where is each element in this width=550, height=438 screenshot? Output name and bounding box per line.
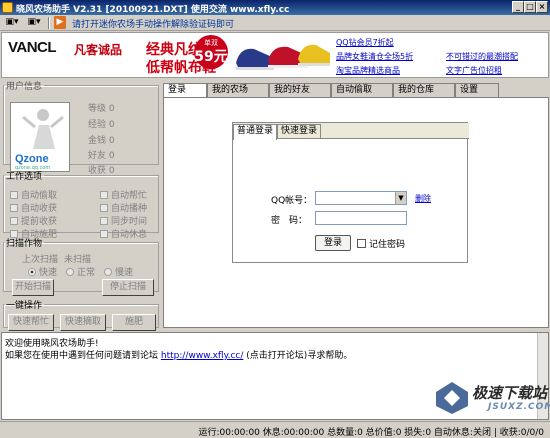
one-click-legend: 一键操作 bbox=[6, 301, 43, 311]
quick-pick-button[interactable]: 快速摘取 bbox=[60, 314, 106, 331]
ad-brand: VANCL bbox=[8, 39, 57, 56]
maximize-button[interactable]: □ bbox=[524, 1, 536, 13]
ad-price-badge: 单双 59元 bbox=[194, 35, 228, 69]
tab-warehouse[interactable]: 我的仓库 bbox=[393, 83, 455, 97]
one-click-group: 一键操作 快速帮忙 快速摘取 施肥 bbox=[3, 298, 159, 331]
minimize-button[interactable]: _ bbox=[512, 1, 524, 13]
scan-crops-legend: 扫描作物 bbox=[6, 239, 43, 249]
title-bar: 晓风农场助手 V2.31 [20100921.DXT] 使用交流 www.xfl… bbox=[0, 0, 550, 15]
log-line: 如果您在使用中遇到任何问题请到论坛 http://www.xfly.cc/ (点… bbox=[5, 351, 353, 361]
user-info-legend: 用户信息 bbox=[6, 82, 43, 92]
tab-normal-login[interactable]: 普通登录 bbox=[233, 124, 278, 140]
menu-icon[interactable]: ▣▾ bbox=[2, 16, 22, 29]
play-icon[interactable]: ▶ bbox=[54, 16, 66, 29]
stat-level: 等级 0 bbox=[88, 104, 115, 114]
stat-friends: 好友 0 bbox=[88, 151, 115, 161]
app-icon bbox=[2, 2, 13, 13]
login-button[interactable]: 登录 bbox=[315, 235, 351, 251]
chevron-down-icon[interactable]: ▼ bbox=[395, 192, 406, 204]
speed-fast-radio[interactable]: 快速 bbox=[28, 265, 57, 278]
start-scan-button[interactable]: 开始扫描 bbox=[12, 279, 54, 296]
toolbar-separator bbox=[48, 17, 50, 29]
toolbar-hint: 请打开迷你农场手动操作解除验证码即可 bbox=[72, 20, 235, 30]
toolbar: ▣▾ ▣▾ ▶ 请打开迷你农场手动操作解除验证码即可 bbox=[0, 15, 550, 31]
tab-content: 普通登录 快速登录 QQ帐号： ▼ 删除 密 码： 登录 记住密码 bbox=[163, 97, 549, 328]
last-scan-value: 未扫描 bbox=[64, 255, 92, 265]
last-scan-label: 上次扫描 bbox=[22, 255, 59, 265]
watermark-subtext: JSUXZ.COM bbox=[488, 402, 550, 412]
qq-account-select[interactable]: ▼ bbox=[315, 191, 407, 205]
watermark-logo-icon bbox=[436, 382, 468, 414]
status-text: 运行:00:00:00 休息:00:00:00 总数量:0 总价值:0 损失:0… bbox=[198, 428, 544, 438]
delete-link[interactable]: 删除 bbox=[415, 193, 431, 204]
auto-harvest-checkbox[interactable]: 自动收获 bbox=[10, 201, 57, 214]
login-tabs: 普通登录 快速登录 bbox=[233, 123, 469, 140]
left-pane: 用户信息 Qzone qzone.qq.com 等级 0 经验 0 金钱 0 好… bbox=[1, 79, 161, 331]
ad-brand-cn: 凡客诚品 bbox=[74, 43, 123, 57]
stop-scan-button[interactable]: 停止扫描 bbox=[102, 279, 154, 296]
tools-icon[interactable]: ▣▾ bbox=[24, 16, 44, 29]
window-title: 晓风农场助手 V2.31 [20100921.DXT] 使用交流 www.xfl… bbox=[16, 5, 290, 15]
quick-help-button[interactable]: 快速帮忙 bbox=[8, 314, 54, 331]
auto-sow-checkbox[interactable]: 自动播种 bbox=[100, 201, 147, 214]
watermark: 极速下载站 JSUXZ.COM bbox=[432, 380, 550, 416]
sync-time-checkbox[interactable]: 同步时间 bbox=[100, 214, 147, 227]
stat-money: 金钱 0 bbox=[88, 136, 115, 146]
work-options-group: 工作选项 自动偷取 自动收获 提前收获 自动施肥 自动帮忙 自动播种 同步时间 … bbox=[3, 169, 159, 240]
user-info-group: 用户信息 Qzone qzone.qq.com 等级 0 经验 0 金钱 0 好… bbox=[3, 79, 159, 176]
tab-my-farm[interactable]: 我的农场 bbox=[207, 83, 269, 97]
ad-link[interactable]: 文字广告位招租 bbox=[446, 65, 502, 76]
speed-slow-radio[interactable]: 慢速 bbox=[104, 265, 133, 278]
tab-my-friends[interactable]: 我的好友 bbox=[269, 83, 331, 97]
forum-link[interactable]: http://www.xfly.cc/ bbox=[161, 351, 244, 361]
qzone-figure-icon bbox=[22, 109, 64, 149]
ad-link[interactable]: 品牌女鞋清仓全场5折 bbox=[336, 51, 413, 62]
status-bar: 运行:00:00:00 休息:00:00:00 总数量:0 总价值:0 损失:0… bbox=[0, 421, 550, 438]
remember-password-checkbox[interactable]: 记住密码 bbox=[357, 237, 405, 250]
ad-price: 59元 bbox=[194, 49, 228, 65]
password-label: 密 码： bbox=[271, 216, 308, 226]
early-harvest-checkbox[interactable]: 提前收获 bbox=[10, 214, 57, 227]
watermark-text: 极速下载站 bbox=[472, 384, 548, 402]
ad-link[interactable]: QQ钻会员7折起 bbox=[336, 37, 394, 48]
ad-banner[interactable]: VANCL 凡客诚品 经典凡纹底 低帮帆布鞋 单双 59元 QQ钻会员7折起 品… bbox=[1, 32, 549, 78]
ad-link[interactable]: 不可错过的最潮搭配 bbox=[446, 51, 518, 62]
ad-link[interactable]: 淘宝品牌精选商品 bbox=[336, 65, 400, 76]
close-button[interactable]: × bbox=[536, 1, 548, 13]
work-options-legend: 工作选项 bbox=[6, 172, 43, 182]
main-tabs: 登录 我的农场 我的好友 自动偷取 我的仓库 设置 bbox=[163, 83, 549, 98]
fertilize-button[interactable]: 施肥 bbox=[112, 314, 156, 331]
login-panel: 普通登录 快速登录 QQ帐号： ▼ 删除 密 码： 登录 记住密码 bbox=[232, 122, 469, 263]
shoes-image bbox=[236, 44, 330, 70]
tab-settings[interactable]: 设置 bbox=[455, 83, 499, 97]
scan-crops-group: 扫描作物 上次扫描 未扫描 快速 正常 慢速 开始扫描 停止扫描 bbox=[3, 236, 159, 296]
tab-login[interactable]: 登录 bbox=[163, 83, 207, 98]
tab-auto-steal[interactable]: 自动偷取 bbox=[331, 83, 393, 97]
tab-fast-login[interactable]: 快速登录 bbox=[277, 124, 322, 139]
qzone-logo: Qzone bbox=[15, 153, 49, 165]
auto-help-checkbox[interactable]: 自动帮忙 bbox=[100, 188, 147, 201]
stat-exp: 经验 0 bbox=[88, 120, 115, 130]
speed-normal-radio[interactable]: 正常 bbox=[66, 265, 95, 278]
qq-account-label: QQ帐号： bbox=[271, 196, 313, 206]
auto-steal-checkbox[interactable]: 自动偷取 bbox=[10, 188, 57, 201]
password-field[interactable] bbox=[315, 211, 407, 225]
avatar: Qzone qzone.qq.com bbox=[10, 102, 70, 172]
